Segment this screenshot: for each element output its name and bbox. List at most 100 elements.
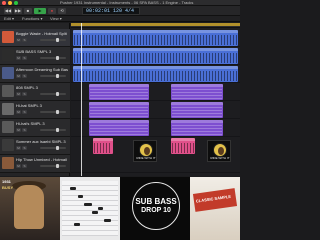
- piano-roll-grid: [62, 181, 118, 236]
- album-art-thumbnail[interactable]: RIDE WITH IT: [207, 140, 231, 162]
- fader-handle[interactable]: [56, 146, 59, 150]
- panel-title: SUB BASS: [135, 197, 177, 206]
- person-figure: [14, 185, 44, 229]
- midi-region[interactable]: [171, 102, 223, 118]
- menu-view[interactable]: View ▾: [50, 16, 62, 22]
- fast-forward-button[interactable]: ▶▶: [14, 8, 22, 14]
- mute-button[interactable]: M: [16, 146, 21, 150]
- lcd-display[interactable]: 00:02:01 120 4/4: [82, 7, 140, 15]
- solo-button[interactable]: S: [22, 110, 27, 114]
- track-lane[interactable]: [71, 29, 240, 47]
- menu-functions[interactable]: Functions ▾: [22, 16, 42, 22]
- volume-fader[interactable]: [40, 74, 66, 78]
- volume-fader[interactable]: [40, 38, 66, 42]
- mute-button[interactable]: M: [16, 38, 21, 42]
- lcd-readout: 00:02:01 120 4/4: [86, 8, 135, 14]
- solo-button[interactable]: S: [22, 56, 27, 60]
- fader-handle[interactable]: [56, 38, 59, 42]
- solo-button[interactable]: S: [22, 146, 27, 150]
- track-name: Boggie Waste - Hotmail Split SMPL 3: [16, 31, 68, 36]
- fader-handle[interactable]: [56, 56, 59, 60]
- mute-button[interactable]: M: [16, 128, 21, 132]
- panel-caption-line1: 1931: [2, 179, 11, 184]
- cycle-region[interactable]: [71, 23, 240, 26]
- solo-button[interactable]: S: [22, 128, 27, 132]
- album-art-thumbnail[interactable]: RIDE WITH IT: [133, 140, 157, 162]
- playhead[interactable]: [81, 23, 82, 176]
- fader-handle[interactable]: [56, 128, 59, 132]
- rewind-button[interactable]: ◀◀: [4, 8, 12, 14]
- panel-subtitle: DROP 10: [141, 207, 171, 214]
- sub-bass-drop-panel: SUB BASS DROP 10: [120, 177, 190, 240]
- track-lane[interactable]: [71, 101, 240, 119]
- sample-card: CLASSIC SAMPLE: [192, 188, 238, 212]
- midi-region[interactable]: [171, 84, 223, 100]
- mute-button[interactable]: M: [16, 164, 21, 168]
- track-lane[interactable]: [71, 83, 240, 101]
- audio-region[interactable]: [171, 138, 195, 154]
- fader-handle[interactable]: [56, 164, 59, 168]
- track-header[interactable]: Hip Thow Unmixed - Hotmail Split SMPL 3 …: [0, 155, 70, 173]
- mute-button[interactable]: M: [16, 92, 21, 96]
- zoom-window-button[interactable]: [14, 1, 18, 5]
- track-icon: [2, 157, 14, 169]
- solo-button[interactable]: S: [22, 38, 27, 42]
- track-lane[interactable]: [71, 119, 240, 137]
- track-header[interactable]: Sommer aux Isaebi SMPL 3 MS: [0, 137, 70, 155]
- solo-button[interactable]: S: [22, 164, 27, 168]
- midi-note: [78, 195, 83, 198]
- close-window-button[interactable]: [2, 1, 6, 5]
- track-lane[interactable]: RIDE WITH IT RIDE WITH IT: [71, 137, 240, 173]
- track-lane[interactable]: [71, 65, 240, 83]
- track-header[interactable]: Boggie Waste - Hotmail Split SMPL 3 MS: [0, 29, 70, 47]
- track-icon: [2, 139, 14, 151]
- midi-note: [70, 187, 76, 190]
- solo-button[interactable]: S: [22, 74, 27, 78]
- midi-note: [74, 223, 80, 226]
- volume-fader[interactable]: [40, 128, 66, 132]
- fader-handle[interactable]: [56, 110, 59, 114]
- fader-handle[interactable]: [56, 92, 59, 96]
- mute-button[interactable]: M: [16, 110, 21, 114]
- midi-note: [92, 211, 98, 214]
- mute-button[interactable]: M: [16, 74, 21, 78]
- audio-region[interactable]: [93, 138, 113, 154]
- piano-roll-panel: [60, 177, 120, 240]
- mute-button[interactable]: M: [16, 56, 21, 60]
- track-name: Afternoon Dreaming Sub Bass 2: [16, 67, 68, 72]
- stop-button[interactable]: ■: [24, 8, 32, 14]
- midi-region[interactable]: [171, 120, 223, 136]
- midi-region[interactable]: [89, 120, 149, 136]
- volume-fader[interactable]: [40, 146, 66, 150]
- audio-region[interactable]: [73, 48, 238, 64]
- track-header[interactable]: Hi-hat SMPL 3 MS: [0, 101, 70, 119]
- track-icon: [2, 121, 14, 133]
- record-button[interactable]: ●: [48, 8, 56, 14]
- fader-handle[interactable]: [56, 74, 59, 78]
- track-header[interactable]: Afternoon Dreaming Sub Bass 2 MS: [0, 65, 70, 83]
- solo-button[interactable]: S: [22, 92, 27, 96]
- track-header[interactable]: 808 SMPL 3 MS: [0, 83, 70, 101]
- volume-fader[interactable]: [40, 164, 66, 168]
- track-name: Hi-hat's SMPL 3: [16, 121, 45, 126]
- audio-region[interactable]: [73, 66, 238, 82]
- track-list: Boggie Waste - Hotmail Split SMPL 3 MS S…: [0, 23, 70, 176]
- volume-fader[interactable]: [40, 56, 66, 60]
- cycle-button[interactable]: ⟲: [58, 8, 66, 14]
- timeline-ruler[interactable]: [71, 23, 240, 28]
- track-icon: [2, 67, 14, 79]
- panel-caption-line2: BUSY: [2, 185, 14, 190]
- track-header[interactable]: Hi-hat's SMPL 3 MS: [0, 119, 70, 137]
- play-button[interactable]: ▶: [34, 8, 46, 14]
- volume-fader[interactable]: [40, 92, 66, 96]
- midi-region[interactable]: [89, 84, 149, 100]
- track-icon: [2, 103, 14, 115]
- volume-fader[interactable]: [40, 110, 66, 114]
- menu-edit[interactable]: Edit ▾: [4, 16, 14, 22]
- midi-region[interactable]: [89, 102, 149, 118]
- track-lane[interactable]: [71, 47, 240, 65]
- arrange-area[interactable]: RIDE WITH IT RIDE WITH IT: [71, 23, 240, 176]
- minimize-window-button[interactable]: [8, 1, 12, 5]
- track-header[interactable]: SUB BASS SMPL 3 MS: [0, 47, 70, 65]
- audio-region[interactable]: [73, 30, 238, 46]
